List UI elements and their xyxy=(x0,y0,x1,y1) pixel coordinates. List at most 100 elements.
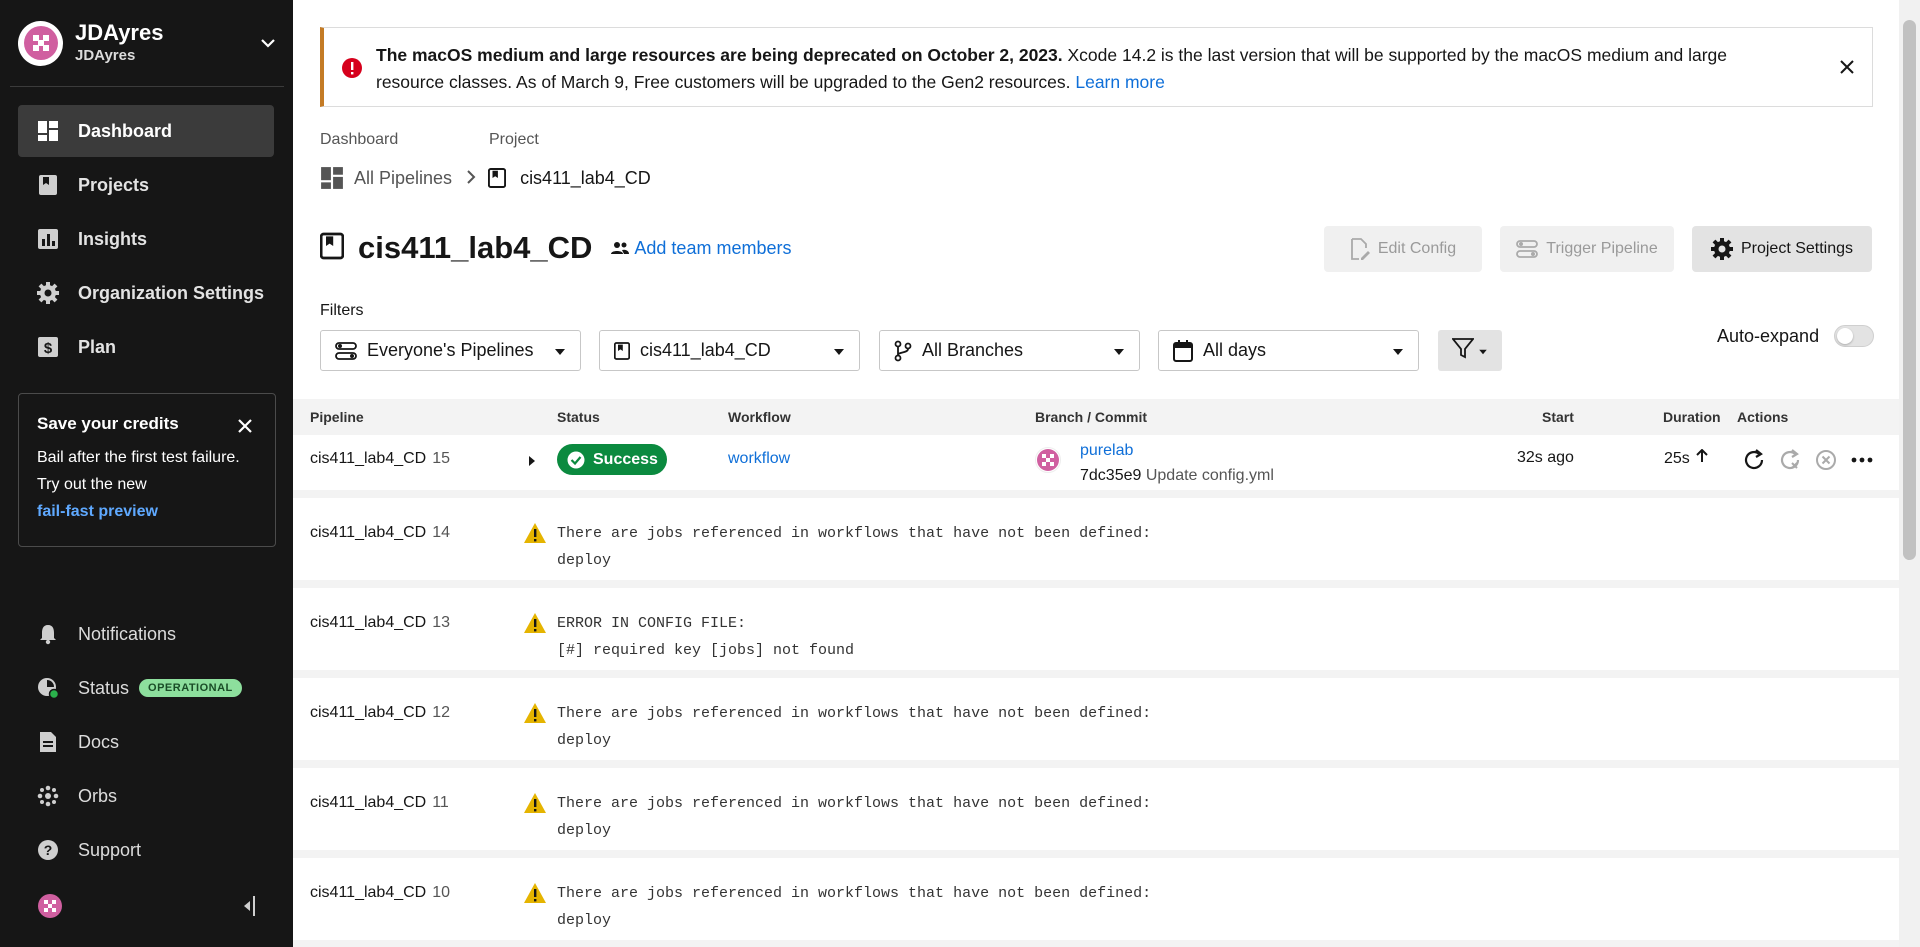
trigger-pipeline-button[interactable]: Trigger Pipeline xyxy=(1500,226,1674,272)
nav-item-plan[interactable]: $ Plan xyxy=(18,321,274,373)
nav-item-status[interactable]: Status OPERATIONAL xyxy=(18,661,274,715)
project-filter-value: cis411_lab4_CD xyxy=(640,340,771,360)
gear-icon xyxy=(1710,238,1733,260)
commit-avatar xyxy=(1035,447,1061,473)
error-line: There are jobs referenced in workflows t… xyxy=(557,525,1152,542)
add-team-members-link[interactable]: Add team members xyxy=(610,238,791,259)
caret-down-icon xyxy=(1113,340,1125,361)
bottom-nav: Notifications Status OPERATIONAL Docs Or… xyxy=(18,607,274,877)
column-header-status: Status xyxy=(557,409,600,425)
nav-item-support[interactable]: ? Support xyxy=(18,823,274,877)
pipelines-table: Pipeline Status Workflow Branch / Commit… xyxy=(293,399,1899,947)
close-icon[interactable] xyxy=(235,416,255,436)
edit-config-label: Edit Config xyxy=(1377,240,1457,257)
table-row[interactable]: cis411_lab4_CD 13 ERROR IN CONFIG FILE: [#… xyxy=(293,588,1899,678)
close-icon[interactable] xyxy=(1836,56,1858,78)
nav-item-projects[interactable]: Projects xyxy=(18,159,274,211)
expand-arrow-icon[interactable] xyxy=(528,454,536,472)
file-edit-icon xyxy=(1350,238,1370,260)
main-nav: Dashboard Projects Insights Organization… xyxy=(18,105,274,375)
date-filter-dropdown[interactable]: All days xyxy=(1158,330,1419,371)
filter-icon xyxy=(1451,337,1475,364)
warning-icon xyxy=(523,792,547,819)
pipeline-name[interactable]: cis411_lab4_CD 15 xyxy=(310,450,450,468)
gear-icon xyxy=(36,281,60,305)
start-time: 32s ago xyxy=(1517,449,1574,466)
projects-icon xyxy=(614,341,630,361)
edit-config-button[interactable]: Edit Config xyxy=(1324,226,1482,272)
fail-fast-link[interactable]: fail-fast preview xyxy=(37,498,257,525)
pipeline-name-label: cis411_lab4_CD xyxy=(310,794,427,811)
nav-label: Organization Settings xyxy=(78,282,265,303)
org-name: JDAyres xyxy=(75,20,164,45)
project-settings-button[interactable]: Project Settings xyxy=(1692,226,1872,272)
calendar-icon xyxy=(1173,339,1193,362)
learn-more-link[interactable]: Learn more xyxy=(1075,72,1165,92)
pipeline-name[interactable]: cis411_lab4_CD 10 xyxy=(310,884,450,902)
error-message: There are jobs referenced in workflows t… xyxy=(557,520,1151,574)
table-row[interactable]: cis411_lab4_CD 15 Success workflow purela… xyxy=(293,435,1899,498)
more-options-icon[interactable] xyxy=(1849,447,1875,473)
table-row[interactable]: cis411_lab4_CD 11 There are jobs referenc… xyxy=(293,768,1899,858)
warning-icon xyxy=(523,522,547,549)
pipeline-name[interactable]: cis411_lab4_CD 14 xyxy=(310,524,450,542)
project-settings-label: Project Settings xyxy=(1740,240,1854,257)
rerun-icon[interactable] xyxy=(1741,447,1767,473)
pipeline-name[interactable]: cis411_lab4_CD 12 xyxy=(310,704,450,722)
nav-label: Notifications xyxy=(78,623,177,644)
caret-down-icon xyxy=(1392,340,1404,361)
warning-icon xyxy=(523,882,547,909)
nav-item-notifications[interactable]: Notifications xyxy=(18,607,274,661)
status-icon xyxy=(36,676,60,700)
commit-hash[interactable]: 7dc35e9 xyxy=(1080,467,1141,484)
nav-item-orbs[interactable]: Orbs xyxy=(18,769,274,823)
nav-label: Dashboard xyxy=(78,120,173,141)
advanced-filter-button[interactable] xyxy=(1438,330,1502,371)
auto-expand-control: Auto-expand xyxy=(1717,323,1875,349)
breadcrumb-all-pipelines[interactable]: All Pipelines xyxy=(320,166,452,190)
error-message: There are jobs referenced in workflows t… xyxy=(557,700,1151,754)
dollar-icon: $ xyxy=(36,335,60,359)
table-header: Pipeline Status Workflow Branch / Commit… xyxy=(293,399,1899,435)
pipeline-number: 11 xyxy=(432,794,449,811)
pipeline-number: 10 xyxy=(432,884,451,901)
vertical-scrollbar[interactable] xyxy=(1899,0,1920,947)
dashboard-icon xyxy=(36,119,60,143)
sidebar-divider xyxy=(10,86,284,87)
breadcrumb-all-pipelines-label: All Pipelines xyxy=(354,167,453,188)
table-row[interactable]: cis411_lab4_CD 14 There are jobs referenc… xyxy=(293,498,1899,588)
status-badge[interactable]: Success xyxy=(557,444,667,475)
pipelines-filter-dropdown[interactable]: Everyone's Pipelines xyxy=(320,330,581,371)
rerun-failed-icon[interactable] xyxy=(1777,447,1803,473)
error-line: [#] required key [jobs] not found xyxy=(557,642,855,659)
nav-item-organization-settings[interactable]: Organization Settings xyxy=(18,267,274,319)
pipeline-name[interactable]: cis411_lab4_CD 13 xyxy=(310,614,450,632)
duration: 25s xyxy=(1664,448,1708,468)
scrollbar-thumb[interactable] xyxy=(1903,20,1916,560)
status-badge: OPERATIONAL xyxy=(139,679,242,697)
commit-info: 7dc35e9 Update config.yml xyxy=(1080,467,1274,485)
project-filter-dropdown[interactable]: cis411_lab4_CD xyxy=(599,330,860,371)
nav-label: Status xyxy=(78,677,130,698)
breadcrumb-project[interactable]: cis411_lab4_CD xyxy=(488,167,651,189)
docs-icon xyxy=(36,730,60,754)
error-line: deploy xyxy=(557,732,612,749)
column-header-actions: Actions xyxy=(1737,409,1789,425)
error-line: deploy xyxy=(557,822,612,839)
nav-item-docs[interactable]: Docs xyxy=(18,715,274,769)
pipeline-name[interactable]: cis411_lab4_CD 11 xyxy=(310,794,449,812)
nav-label: Insights xyxy=(78,228,148,249)
chevron-down-icon[interactable] xyxy=(256,31,280,55)
nav-item-dashboard[interactable]: Dashboard xyxy=(18,105,274,157)
auto-expand-toggle[interactable] xyxy=(1834,325,1875,347)
branch-link[interactable]: purelab xyxy=(1080,442,1133,460)
collapse-sidebar-icon[interactable] xyxy=(240,895,258,922)
org-switcher[interactable]: JDAyres JDAyres xyxy=(18,18,280,68)
table-row[interactable]: cis411_lab4_CD 10 There are jobs referenc… xyxy=(293,858,1899,947)
nav-item-insights[interactable]: Insights xyxy=(18,213,274,265)
branch-filter-dropdown[interactable]: All Branches xyxy=(879,330,1140,371)
cancel-icon[interactable] xyxy=(1813,447,1839,473)
user-avatar[interactable] xyxy=(38,893,62,923)
table-row[interactable]: cis411_lab4_CD 12 There are jobs referenc… xyxy=(293,678,1899,768)
workflow-link[interactable]: workflow xyxy=(728,450,790,468)
